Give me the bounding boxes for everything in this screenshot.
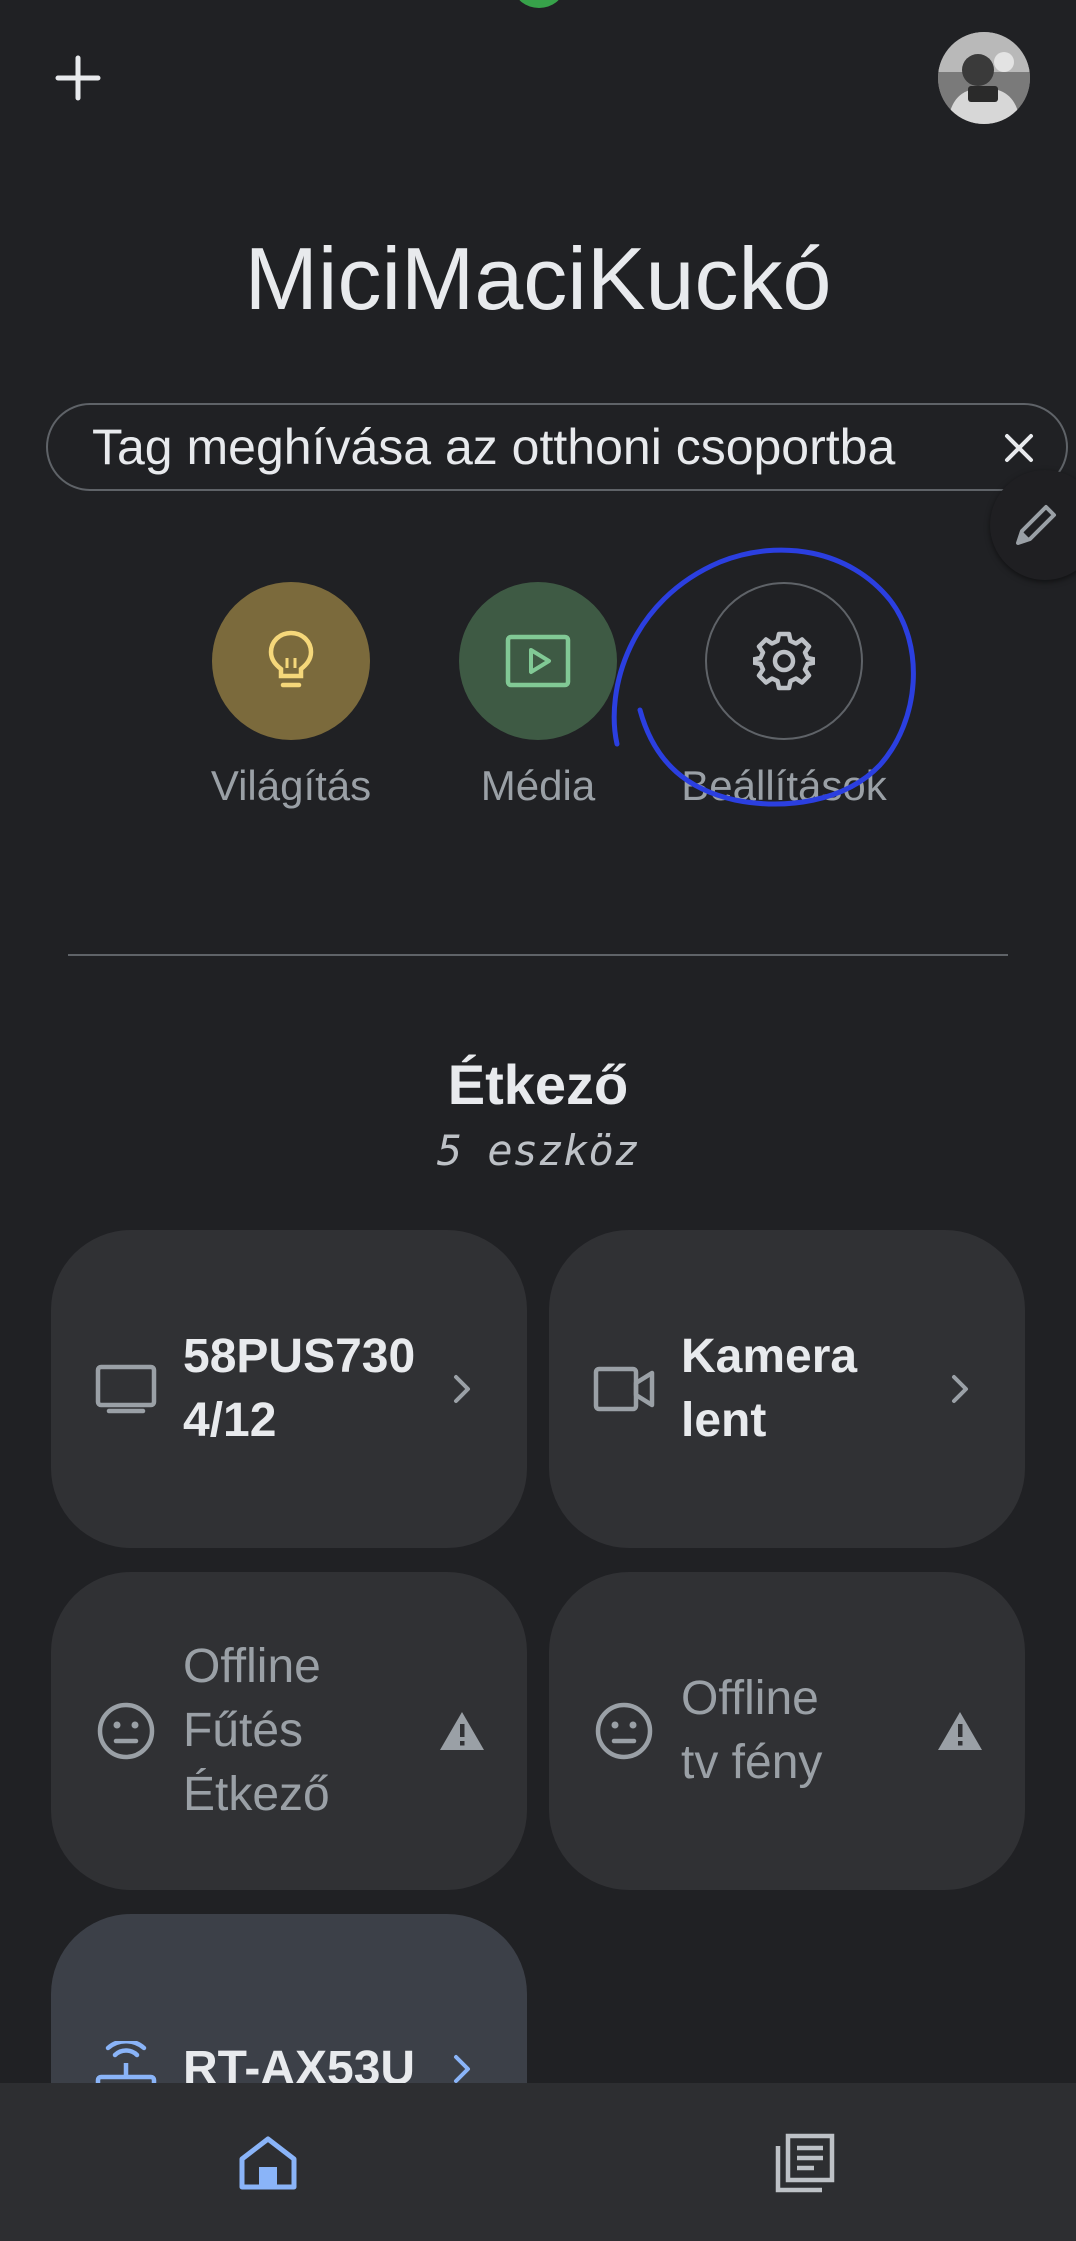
warning-icon: [437, 1706, 487, 1756]
close-icon: [1005, 434, 1033, 462]
chevron-right-icon: [935, 1364, 985, 1414]
room-name: Étkező: [447, 1053, 629, 1116]
avatar[interactable]: [938, 32, 1030, 124]
nav-feed-button[interactable]: [765, 2123, 845, 2203]
device-tile-tv-light-offline[interactable]: Offline tv fény: [549, 1572, 1025, 1890]
media-play-icon: [505, 634, 571, 688]
lighting-circle: [212, 582, 370, 740]
nav-home-button[interactable]: [228, 2123, 308, 2203]
chevron-right-icon: [437, 1364, 487, 1414]
divider: [68, 954, 1008, 956]
device-tile-camera[interactable]: Kamera lent: [549, 1230, 1025, 1548]
invite-member-chip[interactable]: Tag meghívása az otthoni csoportba: [46, 403, 1068, 491]
room-device-count: 5 eszköz: [436, 1126, 640, 1175]
shortcut-lighting[interactable]: Világítás: [171, 582, 411, 810]
device-tile-heating-offline[interactable]: Offline Fűtés Étkező: [51, 1572, 527, 1890]
plus-icon: [55, 55, 101, 101]
lightbulb-icon: [268, 630, 314, 688]
add-button[interactable]: [50, 50, 106, 106]
device-tile-tv[interactable]: 58PUS730 4/12: [51, 1230, 527, 1548]
home-icon: [239, 2136, 297, 2190]
offline-face-icon: [91, 1696, 161, 1766]
camera-icon: [589, 1354, 659, 1424]
profile-photo-icon: [938, 32, 1030, 124]
shortcut-label: Világítás: [210, 762, 372, 809]
status-indicator: [515, 0, 563, 8]
device-name: Kamera lent: [681, 1330, 858, 1447]
invite-chip-label: Tag meghívása az otthoni csoportba: [92, 419, 896, 475]
home-title: MiciMaciKuckó: [244, 229, 832, 328]
bottom-navigation: [0, 2083, 1076, 2241]
tv-icon: [91, 1354, 161, 1424]
feed-icon: [775, 2133, 835, 2193]
pencil-icon: [1016, 505, 1056, 545]
offline-face-icon: [589, 1696, 659, 1766]
device-name: Offline tv fény: [681, 1672, 823, 1789]
device-name: Offline Fűtés Étkező: [183, 1640, 330, 1821]
annotation-circle: [611, 547, 916, 807]
media-circle: [459, 582, 617, 740]
warning-icon: [935, 1706, 985, 1756]
device-name: 58PUS730 4/12: [183, 1330, 416, 1447]
invite-chip-close-button[interactable]: [994, 423, 1044, 473]
